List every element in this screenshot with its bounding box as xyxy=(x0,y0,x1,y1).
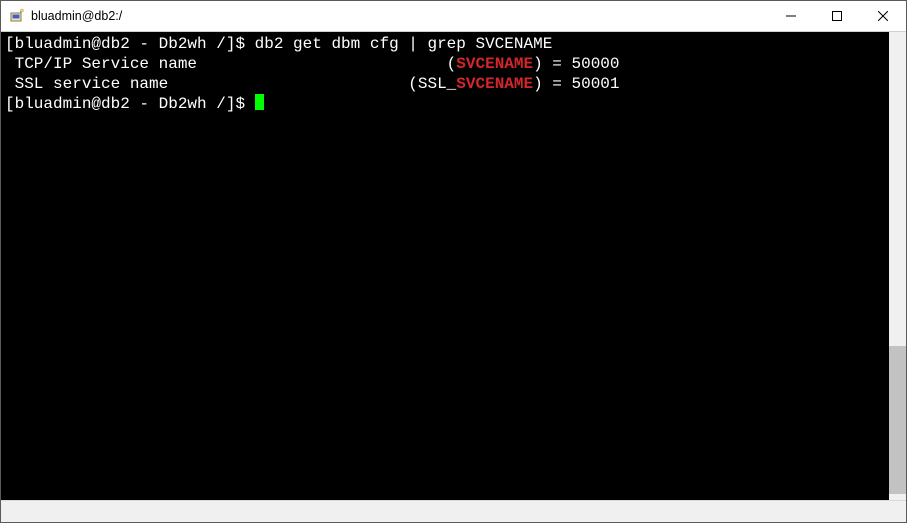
putty-window: bluadmin@db2:/ [bluadmin@db2 - Db2wh /]$… xyxy=(0,0,907,523)
client-area: [bluadmin@db2 - Db2wh /]$ db2 get dbm cf… xyxy=(1,32,906,500)
window-title: bluadmin@db2:/ xyxy=(31,9,768,23)
output-text: ) = 50001 xyxy=(533,75,619,93)
scrollbar-thumb[interactable] xyxy=(889,346,906,494)
terminal-output[interactable]: [bluadmin@db2 - Db2wh /]$ db2 get dbm cf… xyxy=(1,32,889,500)
maximize-button[interactable] xyxy=(814,1,860,31)
output-text: SSL service name (SSL_ xyxy=(5,75,456,93)
close-button[interactable] xyxy=(860,1,906,31)
output-text: TCP/IP Service name ( xyxy=(5,55,456,73)
putty-icon xyxy=(9,8,25,24)
prompt: [bluadmin@db2 - Db2wh /]$ xyxy=(5,95,255,113)
titlebar[interactable]: bluadmin@db2:/ xyxy=(1,1,906,32)
vertical-scrollbar[interactable] xyxy=(889,32,906,500)
grep-match: SVCENAME xyxy=(456,55,533,73)
grep-match: SVCENAME xyxy=(456,75,533,93)
cursor xyxy=(255,94,264,110)
minimize-button[interactable] xyxy=(768,1,814,31)
prompt: [bluadmin@db2 - Db2wh /]$ xyxy=(5,35,255,53)
output-text: ) = 50000 xyxy=(533,55,619,73)
status-bar xyxy=(1,500,906,522)
command-text: db2 get dbm cfg | grep SVCENAME xyxy=(255,35,553,53)
window-controls xyxy=(768,1,906,31)
